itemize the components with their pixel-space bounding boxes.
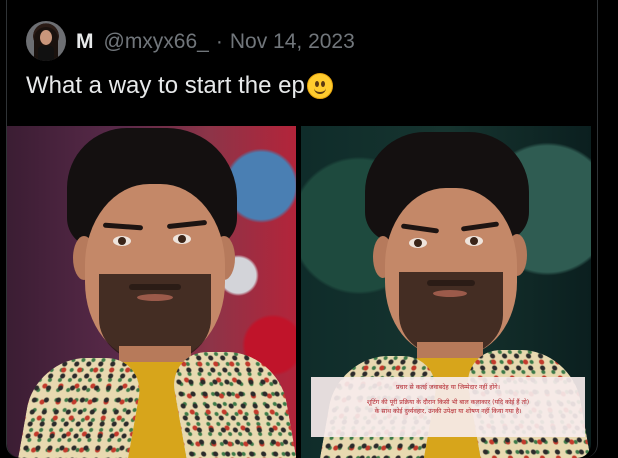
tweet-header: M @mxyx66_ · Nov 14, 2023 — [76, 28, 355, 56]
tweet-date[interactable]: Nov 14, 2023 — [230, 30, 355, 54]
subtitle-line-3: के साथ कोई दुर्व्यवहार, उनकी उपेक्षा या … — [374, 408, 522, 415]
subtitle-line-2: शूटिंग की पूरी प्रक्रिया के दौरान किसी भ… — [366, 399, 530, 406]
tweet-text: What a way to start the ep — [26, 72, 305, 99]
media-image-right[interactable]: प्रचार से कतई जवाबदेह या जिम्मेदार नहीं … — [301, 126, 591, 458]
subtitle-line-1: प्रचार से कतई जवाबदेह या जिम्मेदार नहीं … — [396, 384, 500, 391]
author-name[interactable]: M — [76, 30, 94, 54]
separator-dot: · — [215, 30, 223, 53]
tweet-text-row: What a way to start the ep — [26, 71, 333, 101]
media-image-left[interactable] — [7, 126, 296, 458]
avatar[interactable] — [26, 21, 66, 61]
avatar-face — [40, 30, 52, 45]
author-handle[interactable]: @mxyx66_ — [104, 30, 209, 54]
tweet[interactable]: M @mxyx66_ · Nov 14, 2023 What a way to … — [0, 0, 618, 458]
tweet-media[interactable]: प्रचार से कतई जवाबदेह या जिम्मेदार नहीं … — [7, 126, 591, 458]
avatar-dress — [38, 46, 54, 61]
video-disclaimer-subtitle: प्रचार से कतई जवाबदेह या जिम्मेदार नहीं … — [311, 377, 585, 437]
slightly-smiling-face-emoji — [306, 73, 333, 99]
